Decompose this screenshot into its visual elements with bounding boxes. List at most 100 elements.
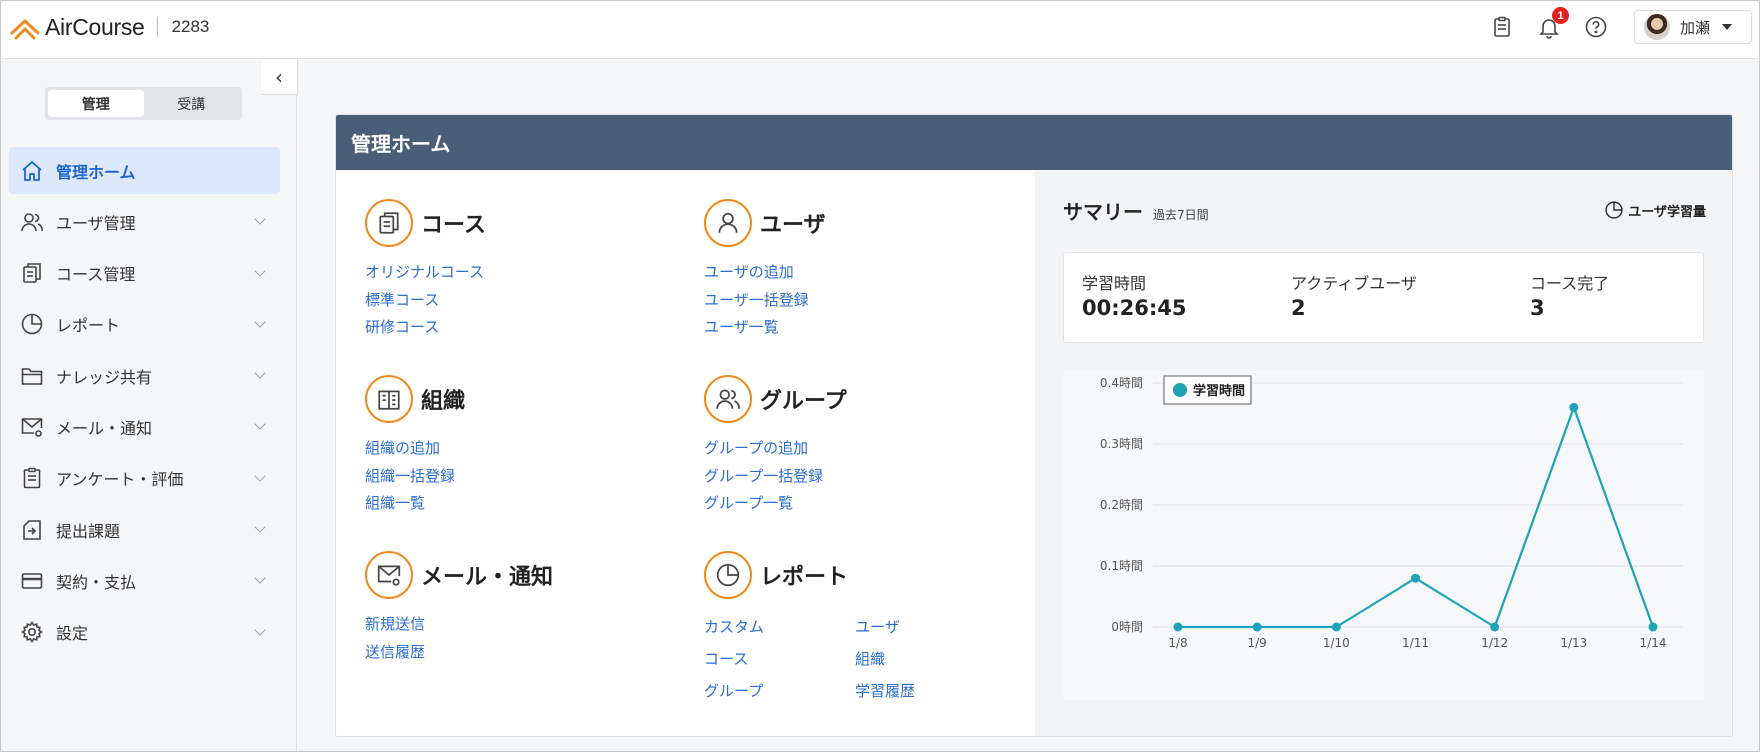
link-original-course[interactable]: オリジナルコース <box>365 259 486 287</box>
stat-label: アクティブユーザ <box>1291 274 1417 293</box>
link-add-org[interactable]: 組織の追加 <box>365 435 465 463</box>
section-user: ユーザ ユーザの追加 ユーザ一括登録 ユーザ一覧 <box>704 199 826 342</box>
submit-icon <box>23 519 41 540</box>
sidebar-item-admin-home[interactable]: 管理ホーム <box>9 147 280 194</box>
stat-value: 00:26:45 <box>1082 296 1187 320</box>
link-report-user[interactable]: ユーザ <box>855 611 975 643</box>
link-training-course[interactable]: 研修コース <box>365 314 486 342</box>
link-report-history[interactable]: 学習履歴 <box>855 675 975 707</box>
section-title-text: コース <box>421 213 486 238</box>
sidebar-item-label: コース管理 <box>56 265 136 285</box>
aircourse-logo-icon <box>10 19 40 40</box>
link-group-list[interactable]: グループ一覧 <box>704 490 847 518</box>
sidebar-item-course-management[interactable]: コース管理 <box>9 250 280 297</box>
sidebar-item-knowledge[interactable]: ナレッジ共有 <box>9 352 280 399</box>
section-org: 組織 組織の追加 組織一括登録 組織一覧 <box>365 375 465 518</box>
link-list: オリジナルコース 標準コース 研修コース <box>365 259 486 342</box>
section-course: コース オリジナルコース 標準コース 研修コース <box>365 199 486 342</box>
logo[interactable]: AirCourse 2283 <box>9 11 209 43</box>
sidebar-item-label: 提出課題 <box>56 521 121 541</box>
legend-swatch <box>1173 383 1187 397</box>
link-report-course[interactable]: コース <box>704 643 855 675</box>
pie-chart-icon <box>21 314 43 335</box>
user-study-volume-link[interactable]: ユーザ学習量 <box>1604 200 1706 220</box>
section-title-text: メール・通知 <box>421 565 554 590</box>
link-report-org[interactable]: 組織 <box>855 643 975 675</box>
section-mail: メール・通知 新規送信 送信履歴 <box>365 551 553 666</box>
mode-tab-admin[interactable]: 管理 <box>48 90 144 117</box>
folder-icon <box>21 367 43 385</box>
section-title: ユーザ <box>704 199 826 247</box>
x-tick-label: 1/8 <box>1168 636 1187 650</box>
chevron-down-icon <box>254 521 266 533</box>
link-add-group[interactable]: グループの追加 <box>704 435 847 463</box>
sidebar-item-survey[interactable]: アンケート・評価 <box>9 455 280 502</box>
data-point <box>1569 402 1579 412</box>
link-add-user[interactable]: ユーザの追加 <box>704 259 826 287</box>
data-point <box>1331 622 1341 632</box>
stat-value: 3 <box>1530 296 1545 320</box>
section-title: コース <box>365 199 486 247</box>
copy-icon <box>23 263 41 283</box>
link-bulk-register-group[interactable]: グループ一括登録 <box>704 463 847 491</box>
chevron-down-icon <box>254 316 266 328</box>
link-new-send[interactable]: 新規送信 <box>365 611 553 639</box>
course-icon <box>365 199 413 247</box>
summary-stats: 学習時間 00:26:45 アクティブユーザ 2 コース完了 3 <box>1063 252 1704 343</box>
link-bulk-register-org[interactable]: 組織一括登録 <box>365 463 465 491</box>
admin-home-card: 管理ホーム コース オリジナルコース 標準コース 研修コース ユーザ ユーザの追… <box>335 114 1733 737</box>
chevron-down-icon <box>254 213 266 225</box>
sidebar-item-mail[interactable]: メール・通知 <box>9 403 280 450</box>
link-standard-course[interactable]: 標準コース <box>365 287 486 315</box>
sidebar-item-report[interactable]: レポート <box>9 301 280 348</box>
quick-links-pane: コース オリジナルコース 標準コース 研修コース ユーザ ユーザの追加 ユーザ一… <box>336 170 1035 736</box>
sidebar-item-contract[interactable]: 契約・支払 <box>9 557 280 604</box>
summary-title: サマリー <box>1063 200 1143 224</box>
section-title: メール・通知 <box>365 551 553 599</box>
data-point <box>1490 622 1500 632</box>
credit-card-icon <box>21 573 43 589</box>
link-org-list[interactable]: 組織一覧 <box>365 490 465 518</box>
sidebar-item-settings[interactable]: 設定 <box>9 609 280 656</box>
clipboard-button[interactable] <box>1488 13 1516 41</box>
sidebar-item-label: ユーザ管理 <box>56 213 136 233</box>
help-icon <box>1585 16 1607 38</box>
sidebar-item-assignment[interactable]: 提出課題 <box>9 506 280 553</box>
clipboard-icon <box>1494 16 1510 37</box>
sidebar: 管理 受講 管理ホーム ユーザ管理 コース管理 レポート ナレッジ共有 メール・… <box>1 60 297 751</box>
y-tick-label: 0.3時間 <box>1100 437 1143 451</box>
building-icon <box>365 375 413 423</box>
y-tick-label: 0時間 <box>1111 620 1143 634</box>
user-menu-button[interactable]: 加瀬 <box>1634 10 1752 44</box>
link-report-group[interactable]: グループ <box>704 675 855 707</box>
y-tick-label: 0.4時間 <box>1100 376 1143 390</box>
group-icon <box>704 375 752 423</box>
sidebar-item-label: 管理ホーム <box>56 162 136 182</box>
stat-active-users: アクティブユーザ 2 <box>1291 270 1417 320</box>
chevron-down-icon <box>254 572 266 585</box>
legend-label: 学習時間 <box>1193 383 1245 399</box>
line-chart: 0時間 0.1時間 0.2時間 0.3時間 0.4時間 1/8 1/9 1/10 1/11 1/1… <box>1100 375 1683 650</box>
page-title: 管理ホーム <box>351 132 451 156</box>
mode-tab-learner[interactable]: 受講 <box>144 90 240 117</box>
sidebar-collapse-button[interactable]: ‹ <box>261 58 298 95</box>
link-user-list[interactable]: ユーザ一覧 <box>704 314 826 342</box>
chevron-down-icon <box>254 264 266 277</box>
card-body: コース オリジナルコース 標準コース 研修コース ユーザ ユーザの追加 ユーザ一… <box>336 170 1732 736</box>
help-button[interactable] <box>1582 13 1610 41</box>
chevron-down-icon <box>254 470 266 482</box>
sidebar-item-user-management[interactable]: ユーザ管理 <box>9 198 280 245</box>
summary-pane: サマリー 過去7日間 ユーザ学習量 学習時間 00:26:45 アクティブユーザ… <box>1035 170 1732 736</box>
link-bulk-register-user[interactable]: ユーザ一括登録 <box>704 287 826 315</box>
link-list: 組織の追加 組織一括登録 組織一覧 <box>365 435 465 518</box>
user-icon <box>704 199 752 247</box>
brand-name: AirCourse <box>45 13 145 40</box>
link-send-history[interactable]: 送信履歴 <box>365 639 553 667</box>
study-time-chart: 0時間 0.1時間 0.2時間 0.3時間 0.4時間 1/8 1/9 1/10 1/11 1/1… <box>1063 371 1704 700</box>
link-report-custom[interactable]: カスタム <box>704 611 855 643</box>
notifications-button[interactable]: 1 <box>1535 7 1569 41</box>
sidebar-item-label: レポート <box>56 316 121 336</box>
section-report: レポート カスタム ユーザ コース 組織 グループ 学習履歴 <box>704 551 975 707</box>
y-tick-label: 0.1時間 <box>1100 559 1143 573</box>
gear-icon <box>21 621 43 644</box>
